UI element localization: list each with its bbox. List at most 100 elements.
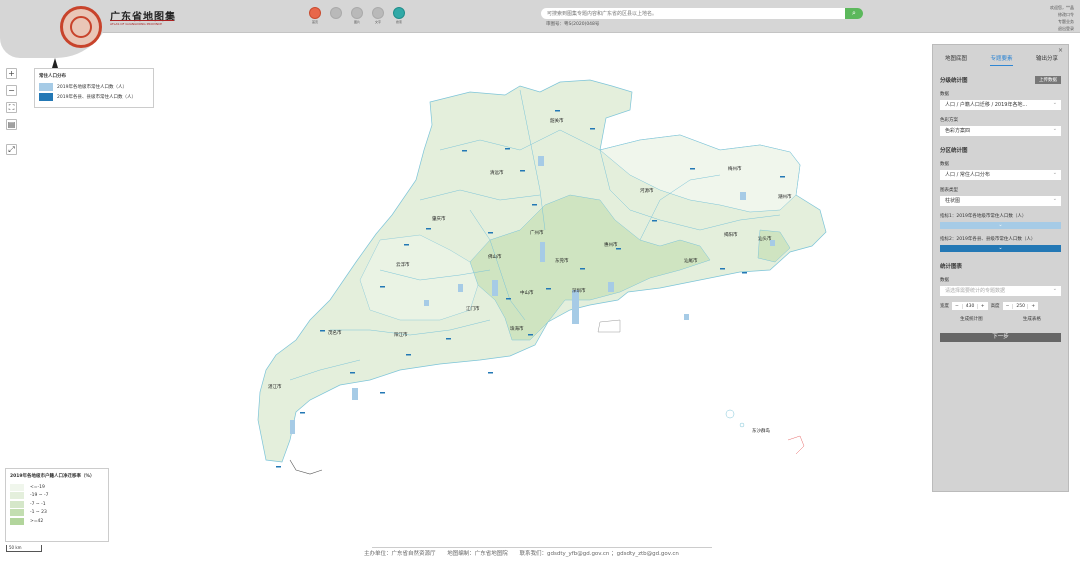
- map-label: 珠海市: [510, 325, 524, 332]
- image-icon: [351, 7, 363, 19]
- chevron-down-icon: ⌄: [998, 222, 1003, 228]
- search-input[interactable]: [541, 8, 841, 19]
- section-stat-chart: 统计图表: [940, 264, 963, 270]
- welcome-text: 欢迎您，**晶: [1050, 5, 1074, 10]
- tab-basemap[interactable]: 地图底图: [945, 54, 967, 66]
- migration-legend: 2019年各地级市户籍人口净迁移率（%） <=-19 -19 ~ -7 -7 ~…: [5, 468, 109, 542]
- color-scheme-label: 色彩方案: [940, 118, 958, 123]
- guangdong-map[interactable]: 韶关市 清远市 河源市 梅州市 潮州市 肇庆市 广州市 惠州市 揭阳市 汕头市 …: [0, 0, 1080, 561]
- brand-subtitle: ATLAS OF GUANGDONG PROVINCE: [110, 20, 174, 26]
- upload-data-button[interactable]: 上传数据: [1035, 76, 1061, 84]
- footer-editor: 地图编制：广东省地图院: [447, 551, 508, 557]
- layers-button[interactable]: ▤: [6, 119, 17, 130]
- width-stepper[interactable]: −430 +: [952, 302, 988, 310]
- close-icon[interactable]: ×: [1058, 47, 1063, 54]
- grey-circle-icon: [330, 7, 342, 19]
- map-label: 中山市: [520, 289, 534, 296]
- map-label: 惠州市: [604, 241, 618, 248]
- nav-images[interactable]: 图片: [350, 7, 364, 24]
- map-label: 汕尾市: [684, 257, 698, 264]
- height-stepper[interactable]: −250 +: [1002, 302, 1039, 310]
- legend-item: 2019年各地级市常住人口数（人）: [39, 83, 149, 91]
- zoom-in-button[interactable]: +: [6, 68, 17, 79]
- legend-title: 常住人口分布: [39, 74, 66, 79]
- map-label: 肇庆市: [432, 215, 446, 222]
- map-label: 东莞市: [555, 257, 569, 264]
- map-label: 茂名市: [328, 329, 342, 336]
- index1-color-bar[interactable]: ⌄: [940, 222, 1061, 229]
- globe-icon: [393, 7, 405, 19]
- index2-color-bar[interactable]: ⌄: [940, 245, 1061, 252]
- map-label: 湛江市: [268, 383, 282, 390]
- map-label: 梅州市: [728, 165, 742, 172]
- map-label: 东沙群岛: [752, 427, 770, 434]
- legend-item: -7 ~ -1: [10, 500, 104, 509]
- legend-item: -19 ~ -7: [10, 492, 104, 501]
- stat-data-select[interactable]: 请选择需要统计的专题数据: [940, 284, 1061, 296]
- thematic-panel: × 地图底图 专题要素 输出分享 分级统计图 上传数据 数据 人口 / 户籍人口…: [932, 44, 1069, 492]
- map-label: 云浮市: [396, 261, 410, 268]
- color-scheme-select[interactable]: 色彩方案四: [940, 124, 1061, 136]
- home-icon: [309, 7, 321, 19]
- fullscreen-button[interactable]: ⤢: [6, 144, 17, 155]
- map-label: 韶关市: [550, 117, 564, 124]
- map-label: 清远市: [490, 169, 504, 176]
- chevron-down-icon: ⌄: [998, 245, 1003, 251]
- map-label: 潮州市: [778, 193, 792, 200]
- map-label: 揭阳市: [724, 231, 738, 238]
- choropleth-data-select[interactable]: 人口 / 户籍人口迁移 / 2019年各地...: [940, 98, 1061, 110]
- section-zonal: 分区统计图: [940, 148, 968, 154]
- index1-label: 指标1：2019年各地级市常住人口数（人）: [940, 214, 1027, 219]
- link-topic-business[interactable]: 专题业务: [1050, 18, 1074, 25]
- footer-sponsor: 主办单位：广东省自然资源厅: [364, 551, 436, 557]
- generate-chart-button[interactable]: 生成统计图: [956, 315, 987, 323]
- generate-table-button[interactable]: 生成表格: [1019, 315, 1045, 323]
- footer-divider: [372, 547, 712, 548]
- footer-contact[interactable]: 联系我们：gdsdty_yfb@gd.gov.cn ；gdsdty_ztb@gd…: [520, 551, 679, 557]
- chart-type-select[interactable]: 柱状图: [940, 194, 1061, 206]
- next-button[interactable]: 下一步: [940, 333, 1061, 342]
- data-label: 数据: [940, 92, 949, 97]
- legend-swatch: [39, 83, 53, 91]
- nav-item-2[interactable]: [329, 7, 343, 24]
- section-choropleth: 分级统计图 上传数据: [940, 76, 1061, 84]
- search-icon: ⌕: [852, 9, 856, 17]
- nav-search[interactable]: 搜索: [392, 7, 406, 24]
- pin-icon: [52, 58, 58, 68]
- zonal-data-select[interactable]: 人口 / 常住人口分布: [940, 168, 1061, 180]
- full-extent-button[interactable]: ⛶: [6, 102, 17, 113]
- legend-title: 2019年各地级市户籍人口净迁移率（%）: [10, 474, 95, 479]
- legend-item: -1 ~ 23: [10, 509, 104, 518]
- search-box: ⌕: [541, 8, 863, 19]
- legend-item: <=-19: [10, 483, 104, 492]
- index2-label: 指标2：2019年各县、县级市常住人口数（人）: [940, 237, 1036, 242]
- search-button[interactable]: ⌕: [845, 8, 863, 19]
- link-logout[interactable]: 退出登录: [1050, 25, 1074, 32]
- tab-share[interactable]: 输出分享: [1036, 54, 1058, 66]
- population-legend: 常住人口分布 2019年各地级市常住人口数（人） 2019年各县、县级市常住人口…: [34, 68, 154, 108]
- nav-icons: 首页 图片 文字 搜索: [308, 7, 406, 24]
- data-label: 数据: [940, 278, 949, 283]
- text-icon: [372, 7, 384, 19]
- size-row: 宽度 −430 + 高度 −250 +: [940, 302, 1061, 310]
- map-label: 阳江市: [394, 331, 408, 338]
- nav-text[interactable]: 文字: [371, 7, 385, 24]
- legend-item: >=42: [10, 517, 104, 526]
- legend-item: 2019年各县、县级市常住人口数（人）: [39, 93, 149, 101]
- map-label: 深圳市: [572, 287, 586, 294]
- legend-swatch: [39, 93, 53, 101]
- scale-bar: 50 km: [6, 545, 42, 552]
- map-label: 佛山市: [488, 253, 502, 260]
- map-label: 河源市: [640, 187, 654, 194]
- zoom-out-button[interactable]: −: [6, 85, 17, 96]
- review-number: 审图号：粤S(2020)048号: [546, 22, 600, 27]
- map-label: 广州市: [530, 229, 544, 236]
- map-label: 汕头市: [758, 235, 772, 242]
- tab-thematic[interactable]: 专题要素: [990, 54, 1013, 66]
- footer: 主办单位：广东省自然资源厅 地图编制：广东省地图院 联系我们：gdsdty_yf…: [364, 549, 689, 557]
- nav-home[interactable]: 首页: [308, 7, 322, 24]
- map-label: 江门市: [466, 305, 480, 312]
- atlas-seal-logo[interactable]: [60, 6, 102, 48]
- link-change-password[interactable]: 修改口令: [1050, 11, 1074, 18]
- generate-buttons: 生成统计图 生成表格: [940, 315, 1061, 323]
